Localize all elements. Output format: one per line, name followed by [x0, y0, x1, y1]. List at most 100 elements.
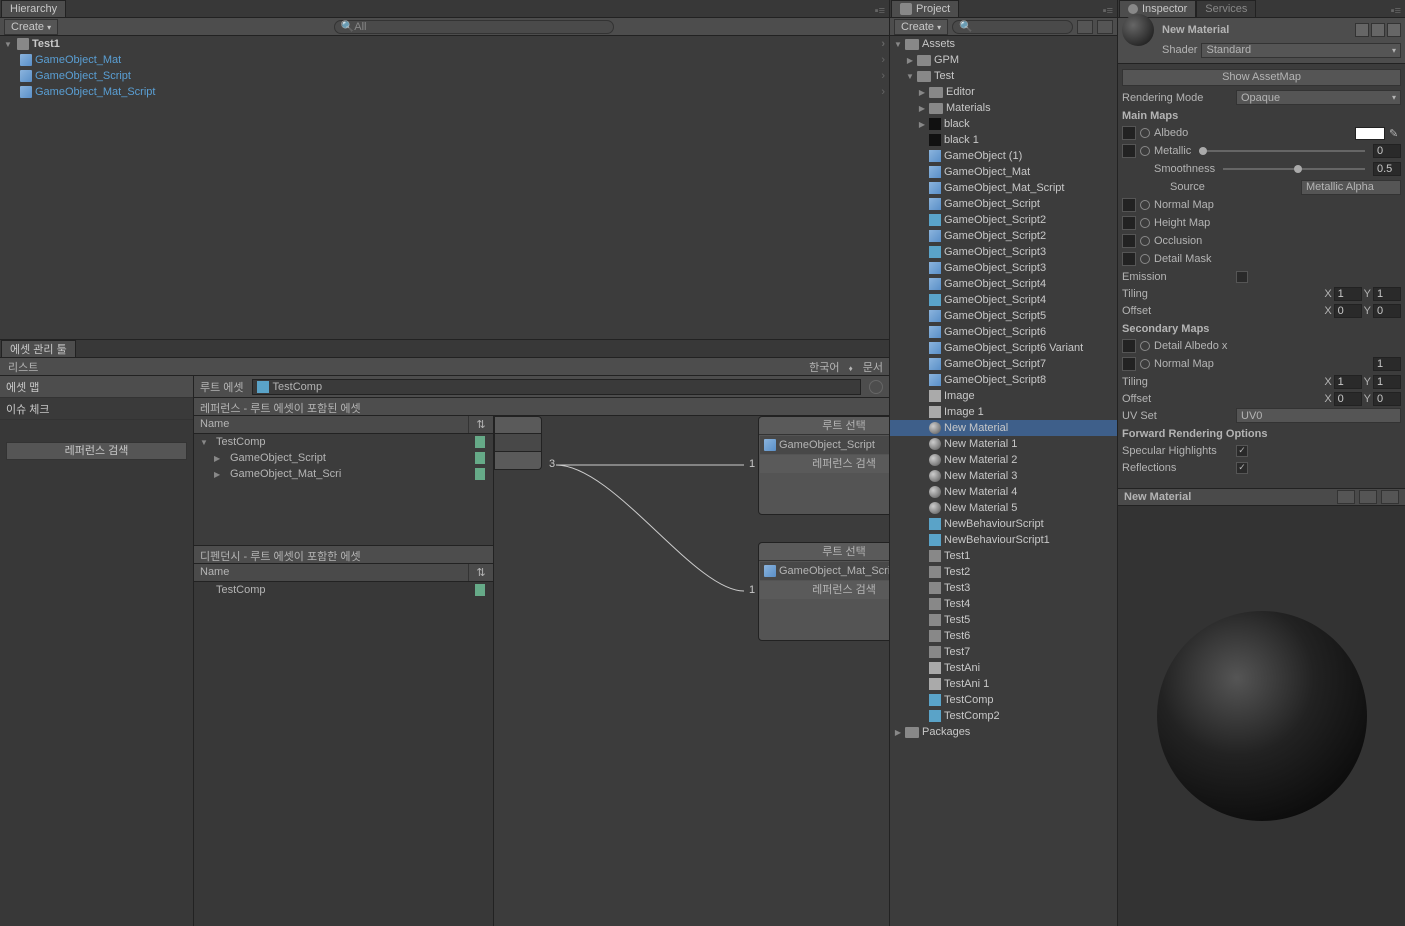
project-item[interactable]: GameObject_Script6 Variant	[890, 340, 1117, 356]
show-assetmap-button[interactable]: Show AssetMap	[1122, 69, 1401, 86]
project-item[interactable]: Test6	[890, 628, 1117, 644]
sphere-icon[interactable]	[1381, 490, 1399, 504]
albedo-slot[interactable]	[1122, 126, 1136, 140]
project-item[interactable]: Test3	[890, 580, 1117, 596]
node-search-button[interactable]: 레퍼런스 검색	[760, 581, 889, 599]
dep-row[interactable]: TestComp	[194, 582, 493, 598]
reference-search-button[interactable]: 레퍼런스 검색	[6, 442, 187, 460]
create-button[interactable]: Create ▾	[4, 19, 58, 35]
asset-map-tab[interactable]: 에셋 맵	[0, 376, 193, 398]
scene-row[interactable]: ▼Test1›	[0, 36, 889, 52]
project-item[interactable]: ▶GPM	[890, 52, 1117, 68]
project-item[interactable]: New Material 2	[890, 452, 1117, 468]
doc-link[interactable]: 문서	[863, 359, 883, 375]
panel-menu-icon[interactable]: ▪≡	[1391, 5, 1405, 17]
metallic-slot[interactable]	[1122, 144, 1136, 158]
tiling-y[interactable]: 1	[1373, 287, 1401, 301]
tiling-x[interactable]: 1	[1334, 287, 1362, 301]
picker-icon[interactable]	[1140, 218, 1150, 228]
light-icon[interactable]	[1359, 490, 1377, 504]
sort-button[interactable]: ⇅	[469, 416, 493, 433]
project-tab[interactable]: Project	[891, 0, 959, 17]
project-item[interactable]: GameObject_Script7	[890, 356, 1117, 372]
name-column[interactable]: Name	[194, 564, 469, 581]
issue-check-tab[interactable]: 이슈 체크	[0, 398, 193, 420]
smoothness-value[interactable]: 0.5	[1373, 162, 1401, 176]
project-item[interactable]: ▶Materials	[890, 100, 1117, 116]
offset-x[interactable]: 0	[1334, 304, 1362, 318]
project-item[interactable]: GameObject_Script4	[890, 292, 1117, 308]
panel-menu-icon[interactable]: ▪≡	[1103, 5, 1117, 17]
project-item[interactable]: Image 1	[890, 404, 1117, 420]
project-item[interactable]: GameObject_Script2	[890, 228, 1117, 244]
project-item[interactable]: ▶Packages	[890, 724, 1117, 740]
rendering-mode-dropdown[interactable]: Opaque▾	[1236, 90, 1401, 105]
node-field[interactable]: GameObject_Script	[760, 436, 889, 454]
emission-checkbox[interactable]	[1236, 271, 1248, 283]
create-button[interactable]: Create ▾	[894, 19, 948, 35]
object-picker-icon[interactable]	[869, 380, 883, 394]
node-select-button[interactable]: 루트 선택	[759, 417, 889, 435]
picker-icon[interactable]	[1140, 128, 1150, 138]
picker-icon[interactable]	[1140, 254, 1150, 264]
refl-checkbox[interactable]: ✓	[1236, 462, 1248, 474]
asset-tool-tab[interactable]: 에셋 관리 툴	[1, 340, 76, 357]
project-item[interactable]: GameObject_Script4	[890, 276, 1117, 292]
material-preview[interactable]	[1118, 506, 1405, 926]
project-item[interactable]: GameObject_Script8	[890, 372, 1117, 388]
root-asset-field[interactable]: TestComp	[252, 379, 861, 395]
source-dropdown[interactable]: Metallic Alpha	[1301, 180, 1401, 195]
picker-icon[interactable]	[1140, 146, 1150, 156]
play-icon[interactable]	[1337, 490, 1355, 504]
lang-dropdown[interactable]: 한국어 ♦	[809, 359, 853, 375]
project-item[interactable]: GameObject_Script6	[890, 324, 1117, 340]
project-item[interactable]: GameObject_Mat_Script	[890, 180, 1117, 196]
node-select-button[interactable]: 루트 선택	[759, 543, 889, 561]
project-item[interactable]: GameObject_Script5	[890, 308, 1117, 324]
normal2-slot[interactable]	[1122, 357, 1136, 371]
metallic-slider[interactable]	[1199, 150, 1365, 152]
project-item[interactable]: Test1	[890, 548, 1117, 564]
picker-icon[interactable]	[1140, 236, 1150, 246]
project-item[interactable]: New Material 1	[890, 436, 1117, 452]
name-column[interactable]: Name	[194, 416, 469, 433]
project-item[interactable]: New Material 3	[890, 468, 1117, 484]
node-field[interactable]: GameObject_Mat_Script	[760, 562, 889, 580]
graph-node[interactable]: 루트 선택 GameObject_Script 레퍼런스 검색	[758, 416, 889, 515]
albedo-color[interactable]	[1355, 127, 1385, 140]
prefab-icon[interactable]	[1355, 23, 1369, 37]
ref-row[interactable]: ▼TestComp	[194, 434, 493, 450]
hierarchy-tab[interactable]: Hierarchy	[1, 0, 66, 17]
project-item[interactable]: Test4	[890, 596, 1117, 612]
hierarchy-item[interactable]: GameObject_Script›	[0, 68, 889, 84]
shader-dropdown[interactable]: Standard▾	[1201, 43, 1401, 58]
project-item[interactable]: GameObject_Mat	[890, 164, 1117, 180]
project-item[interactable]: Image	[890, 388, 1117, 404]
picker-icon[interactable]	[1140, 200, 1150, 210]
picker-icon[interactable]	[1140, 341, 1150, 351]
eyedropper-icon[interactable]: ✎	[1389, 127, 1401, 139]
project-item[interactable]: New Material 5	[890, 500, 1117, 516]
panel-menu-icon[interactable]: ▪≡	[875, 5, 889, 17]
settings-icon[interactable]	[1387, 23, 1401, 37]
project-item[interactable]: TestComp2	[890, 708, 1117, 724]
node-search-button[interactable]: 레퍼런스 검색	[760, 455, 889, 473]
project-item[interactable]: black 1	[890, 132, 1117, 148]
project-item[interactable]: NewBehaviourScript	[890, 516, 1117, 532]
favorite-icon[interactable]	[1097, 20, 1113, 34]
hierarchy-item[interactable]: GameObject_Mat_Script›	[0, 84, 889, 100]
help-icon[interactable]	[1371, 23, 1385, 37]
occlusion-slot[interactable]	[1122, 234, 1136, 248]
project-item[interactable]: GameObject_Script	[890, 196, 1117, 212]
graph-node[interactable]: 루트 선택 GameObject_Mat_Script 레퍼런스 검색	[758, 542, 889, 641]
project-item[interactable]: GameObject_Script3	[890, 244, 1117, 260]
uv-dropdown[interactable]: UV0	[1236, 408, 1401, 423]
hierarchy-search[interactable]: 🔍All	[334, 20, 614, 34]
hierarchy-item[interactable]: GameObject_Mat›	[0, 52, 889, 68]
project-item[interactable]: GameObject_Script3	[890, 260, 1117, 276]
detailmask-slot[interactable]	[1122, 252, 1136, 266]
metallic-value[interactable]: 0	[1373, 144, 1401, 158]
project-item[interactable]: ▼Test	[890, 68, 1117, 84]
height-slot[interactable]	[1122, 216, 1136, 230]
project-item[interactable]: TestAni 1	[890, 676, 1117, 692]
